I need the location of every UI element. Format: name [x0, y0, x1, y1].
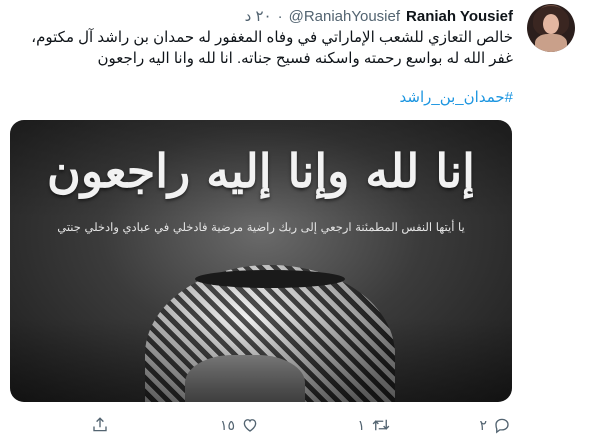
user-handle[interactable]: @RaniahYousief [289, 8, 400, 25]
tweet-line: خالص التعازي للشعب الإماراتي في وفاه الم… [31, 29, 513, 46]
like-count: ١٥ [219, 416, 235, 433]
tweet-text: خالص التعازي للشعب الإماراتي في وفاه الم… [23, 27, 513, 69]
calligraphy-main: إنا لله وإنا إليه راجعون [47, 144, 476, 198]
like-button[interactable]: ١٥ [220, 412, 259, 438]
avatar-body [535, 34, 567, 52]
avatar-face [543, 14, 559, 34]
heart-icon [241, 416, 259, 434]
reply-count: ٢ [479, 416, 487, 433]
share-icon [91, 416, 109, 434]
timestamp[interactable]: ٢٠ د [245, 7, 272, 25]
share-button[interactable] [91, 412, 109, 438]
calligraphy-subtitle: يا أيتها النفس المطمئنة ارجعي إلى ربك را… [57, 220, 465, 234]
display-name[interactable]: Raniah Yousief [406, 8, 513, 25]
reply-icon [493, 416, 511, 434]
hashtag-link[interactable]: #حمدان_بن_راشد [400, 88, 513, 106]
tweet-image[interactable]: إنا لله وإنا إليه راجعون يا أيتها النفس … [10, 120, 512, 402]
retweet-count: ١ [357, 416, 365, 433]
retweet-button[interactable]: ١ [357, 412, 391, 438]
separator-dot: · [277, 7, 283, 25]
retweet-icon [371, 416, 391, 434]
avatar[interactable] [527, 4, 575, 52]
reply-button[interactable]: ٢ [479, 412, 511, 438]
tweet-line: غفر الله له بواسع رحمته واسكنه فسيح جنات… [97, 50, 513, 67]
action-bar: ٢ ١ ١٥ [0, 412, 589, 440]
tweet-header: Raniah Yousief @RaniahYousief · ٢٠ د [245, 6, 513, 26]
tweet[interactable]: Raniah Yousief @RaniahYousief · ٢٠ د خال… [0, 0, 589, 446]
